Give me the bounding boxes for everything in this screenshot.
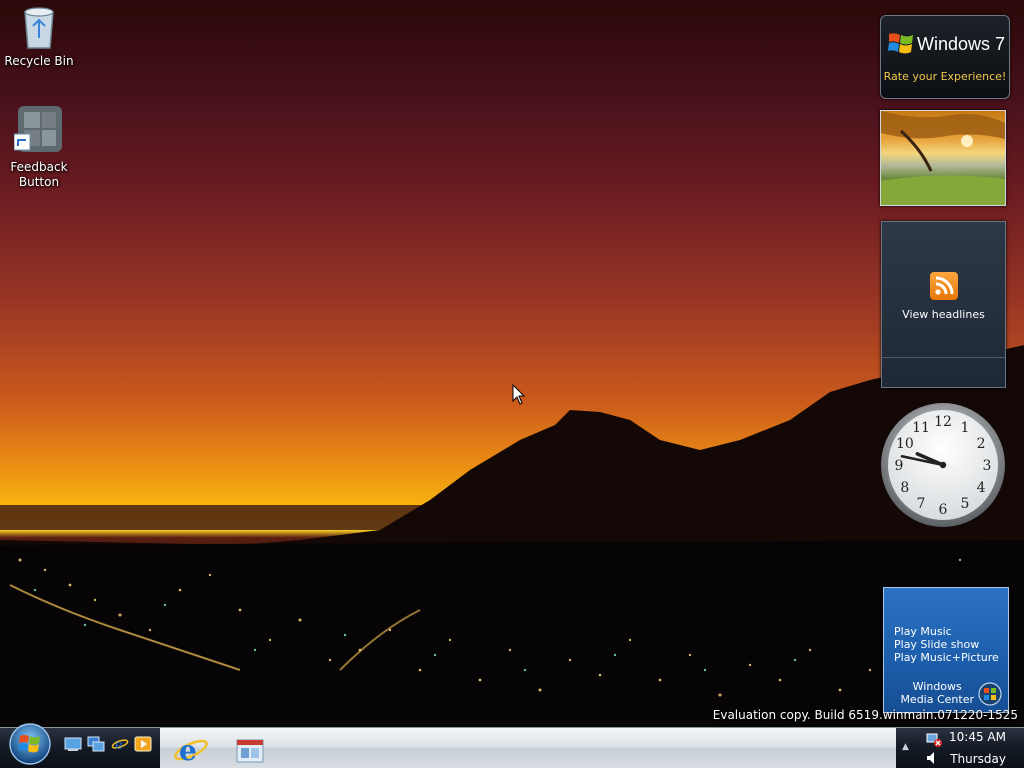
clock-gadget[interactable]: 12 1 2 3 4 5 6 7 8 9 10 11 xyxy=(880,402,1006,528)
city-lights xyxy=(9,558,962,697)
media-player-icon[interactable] xyxy=(134,736,152,752)
clock-number: 5 xyxy=(961,496,970,512)
clock-number: 11 xyxy=(912,420,930,436)
clock-number: 12 xyxy=(934,414,952,430)
feedback-icon xyxy=(14,106,62,152)
clock-time[interactable]: 10:45 AM xyxy=(949,730,1006,744)
feedback-button[interactable]: Feedback Button xyxy=(1,104,77,190)
windows-explorer-icon[interactable] xyxy=(232,732,270,768)
internet-explorer-icon[interactable]: e xyxy=(172,732,210,768)
slideshow-gadget[interactable] xyxy=(880,110,1006,206)
switch-windows-icon[interactable] xyxy=(87,736,105,752)
clock-number: 9 xyxy=(895,458,904,474)
network-warning-icon[interactable] xyxy=(926,732,942,748)
svg-text:e: e xyxy=(115,738,123,752)
internet-explorer-icon[interactable]: e xyxy=(111,736,129,752)
media-center-gadget[interactable]: Play Music Play Slide show Play Music+Pi… xyxy=(883,587,1009,713)
mouse-cursor-icon xyxy=(512,384,526,405)
chevron-up-icon[interactable]: ▲ xyxy=(902,742,909,752)
rate-experience-link[interactable]: Rate your Experience! xyxy=(881,70,1009,83)
feed-headlines-gadget[interactable]: View headlines xyxy=(881,221,1006,388)
clock-number: 8 xyxy=(900,480,909,496)
play-slideshow-link[interactable]: Play Slide show xyxy=(894,638,999,651)
media-center-menu: Play Music Play Slide show Play Music+Pi… xyxy=(894,625,999,664)
brand-line-1: Windows xyxy=(912,680,962,693)
rss-icon xyxy=(930,272,958,300)
system-tray: ▲ 10:45 AM Thursday xyxy=(896,728,1024,768)
windows7-gadget[interactable]: Windows 7 Rate your Experience! xyxy=(880,15,1010,99)
view-headlines-link[interactable]: View headlines xyxy=(882,308,1005,321)
windows-flag-icon xyxy=(888,33,913,54)
brand-line-2: Media Center xyxy=(900,693,974,706)
play-music-link[interactable]: Play Music xyxy=(894,625,999,638)
clock-number: 2 xyxy=(977,436,986,452)
clock-number: 4 xyxy=(977,480,986,496)
recycle-bin-icon xyxy=(24,7,54,49)
start-button[interactable] xyxy=(8,722,52,766)
show-desktop-icon[interactable] xyxy=(64,736,82,752)
evaluation-watermark: Evaluation copy. Build 6519.winmain.0712… xyxy=(712,708,1018,722)
svg-text:e: e xyxy=(179,734,197,767)
clock-number: 7 xyxy=(917,496,926,512)
media-center-brand: Windows Media Center xyxy=(900,680,974,706)
play-music-picture-link[interactable]: Play Music+Picture xyxy=(894,651,999,664)
autumn-tree-photo xyxy=(881,111,1005,205)
clock-number: 10 xyxy=(896,436,914,452)
clock-day[interactable]: Thursday xyxy=(950,752,1006,766)
windows7-title: Windows 7 xyxy=(917,34,1006,54)
recycle-bin[interactable]: Recycle Bin xyxy=(1,4,77,69)
clock-face: 12 12 3 45678 9 1011 xyxy=(881,403,1005,527)
feedback-button-label: Feedback Button xyxy=(10,160,68,189)
clock-number: 6 xyxy=(939,502,948,518)
clock-number: 1 xyxy=(961,420,970,436)
recycle-bin-label: Recycle Bin xyxy=(4,54,74,68)
windows-orb-icon xyxy=(978,682,1002,706)
volume-icon[interactable] xyxy=(926,751,940,765)
taskbar: e e ▲ 10:45 AM Thursday xyxy=(0,723,1024,768)
clock-number: 3 xyxy=(983,458,992,474)
start-area: e xyxy=(0,723,160,768)
desktop: Recycle Bin Feedback Button Windows 7 Ra… xyxy=(0,0,1024,768)
feed-divider xyxy=(882,357,1005,358)
